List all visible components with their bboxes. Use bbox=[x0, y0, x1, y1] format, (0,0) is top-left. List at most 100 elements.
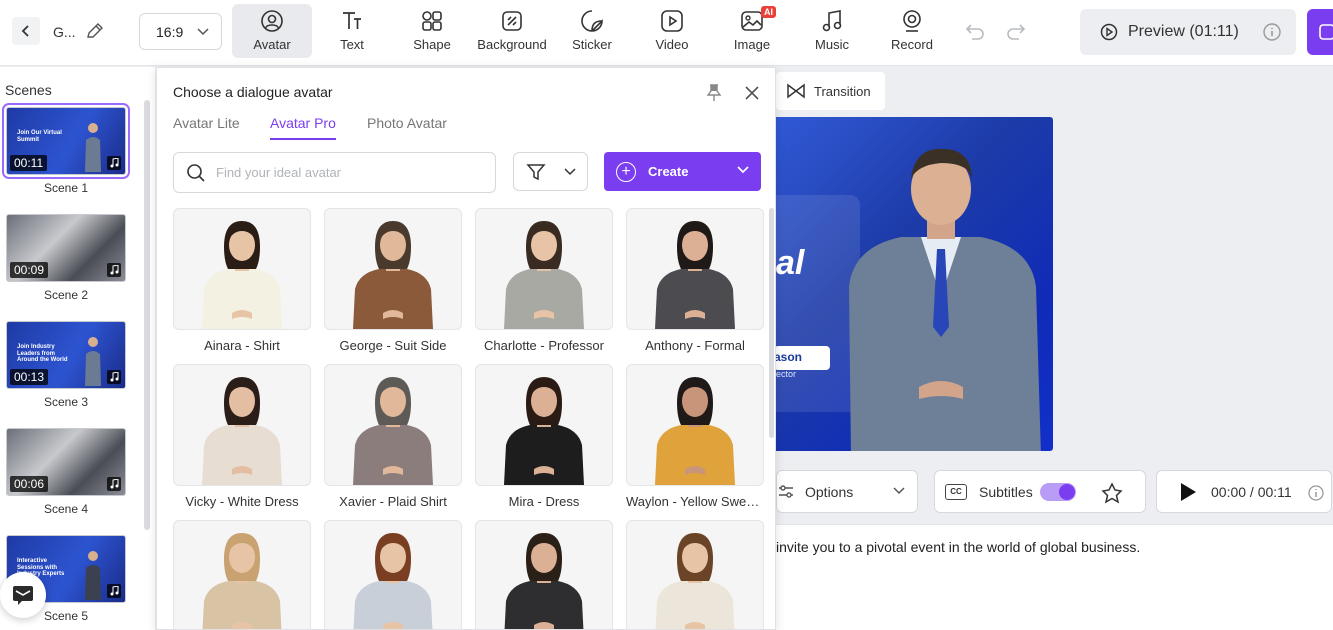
scene-canvas[interactable]: al ason ector bbox=[776, 117, 1053, 451]
tool-label: Music bbox=[815, 37, 849, 52]
transition-label: Transition bbox=[814, 83, 871, 99]
scene-thumbnail: Join Our Virtual Summit 00:11 bbox=[2, 103, 130, 179]
undo-icon[interactable] bbox=[963, 19, 987, 43]
tool-label: Sticker bbox=[572, 37, 612, 52]
play-circle-icon bbox=[1100, 23, 1118, 41]
tool-label: Text bbox=[340, 37, 364, 52]
pin-icon[interactable] bbox=[706, 84, 722, 102]
plus-icon: + bbox=[616, 161, 636, 182]
avatar-name: Anthony - Formal bbox=[645, 338, 745, 353]
avatar-card[interactable] bbox=[324, 520, 462, 629]
tool-label: Video bbox=[655, 37, 689, 52]
tool-image[interactable]: AI Image bbox=[712, 4, 792, 58]
canvas-role-text[interactable]: ector bbox=[776, 369, 796, 379]
magic-pin-icon[interactable] bbox=[1100, 481, 1124, 505]
scene-item-3[interactable]: Join Industry Leaders from Around the Wo… bbox=[6, 321, 126, 409]
tab-avatar-pro[interactable]: Avatar Pro bbox=[270, 115, 336, 140]
avatar-card[interactable]: Anthony - Formal bbox=[626, 208, 764, 353]
create-avatar-button[interactable]: + Create bbox=[604, 152, 761, 191]
avatar-name: Xavier - Plaid Shirt bbox=[339, 494, 447, 509]
back-button[interactable] bbox=[12, 17, 40, 45]
avatar-name: Mira - Dress bbox=[508, 494, 580, 509]
playback-control[interactable]: 00:00 / 00:11 bbox=[1156, 470, 1332, 513]
avatar-card[interactable]: Xavier - Plaid Shirt bbox=[324, 364, 462, 509]
tool-background[interactable]: Background bbox=[472, 4, 552, 58]
tab-photo-avatar[interactable]: Photo Avatar bbox=[367, 115, 447, 138]
canvas-name-pill[interactable]: ason bbox=[776, 346, 830, 370]
message-icon bbox=[13, 586, 33, 605]
avatar-card[interactable] bbox=[475, 520, 613, 629]
avatar-card[interactable]: Waylon - Yellow Sweater bbox=[626, 364, 764, 509]
redo-icon[interactable] bbox=[1004, 19, 1028, 43]
avatar-card[interactable] bbox=[173, 520, 311, 629]
dialog-scrollbar[interactable] bbox=[769, 208, 774, 438]
avatar-card[interactable] bbox=[626, 520, 764, 629]
avatar-card[interactable]: Vicky - White Dress bbox=[173, 364, 311, 509]
canvas-title-text[interactable]: al bbox=[776, 244, 804, 283]
tool-avatar[interactable]: Avatar bbox=[232, 4, 312, 58]
tool-shape[interactable]: Shape bbox=[392, 4, 472, 58]
scene-thumbnail: 00:06 bbox=[6, 428, 126, 496]
background-icon bbox=[502, 11, 522, 31]
avatar-search[interactable] bbox=[173, 152, 496, 193]
filter-button[interactable] bbox=[513, 152, 588, 191]
tool-record[interactable]: Record bbox=[872, 4, 952, 58]
scene-label: Scene 4 bbox=[43, 502, 89, 516]
avatar-card[interactable]: George - Suit Side bbox=[324, 208, 462, 353]
scenes-scrollbar[interactable] bbox=[144, 100, 150, 530]
avatar-card[interactable]: Charlotte - Professor bbox=[475, 208, 613, 353]
script-text[interactable]: invite you to a pivotal event in the wor… bbox=[776, 539, 1140, 555]
scene-thumb-text: Join Industry Leaders from Around the Wo… bbox=[17, 344, 68, 364]
tool-music[interactable]: Music bbox=[792, 4, 872, 58]
aspect-ratio-select[interactable]: 16:9 bbox=[139, 13, 222, 50]
avatar-name: George - Suit Side bbox=[339, 338, 447, 353]
avatar-thumbnail bbox=[626, 520, 764, 629]
export-button[interactable] bbox=[1307, 9, 1333, 55]
info-icon[interactable] bbox=[1262, 22, 1282, 42]
tool-text[interactable]: Text bbox=[312, 4, 392, 58]
aspect-ratio-value: 16:9 bbox=[156, 23, 184, 40]
avatar-name: Ainara - Shirt bbox=[204, 338, 280, 353]
video-icon bbox=[661, 10, 683, 32]
tool-sticker[interactable]: Sticker bbox=[552, 4, 632, 58]
subtitles-control[interactable]: CC Subtitles bbox=[934, 470, 1146, 513]
edit-icon[interactable] bbox=[84, 20, 106, 42]
tab-avatar-lite[interactable]: Avatar Lite bbox=[173, 115, 240, 138]
scene-item-4[interactable]: 00:06 Scene 4 bbox=[6, 428, 126, 516]
text-icon bbox=[343, 12, 361, 29]
close-icon[interactable] bbox=[743, 84, 761, 102]
music-note-icon bbox=[107, 370, 121, 384]
sticker-icon bbox=[581, 10, 603, 32]
avatar-dialog: Choose a dialogue avatar Avatar Lite Ava… bbox=[156, 67, 776, 630]
scene-item-1[interactable]: Join Our Virtual Summit 00:11 Scene 1 bbox=[2, 103, 130, 195]
avatar-card[interactable]: Mira - Dress bbox=[475, 364, 613, 509]
preview-label: Preview (01:11) bbox=[1128, 23, 1239, 40]
avatar-card[interactable]: Ainara - Shirt bbox=[173, 208, 311, 353]
info-icon[interactable] bbox=[1307, 484, 1325, 502]
scene-thumb-text: Join Our Virtual Summit bbox=[17, 130, 62, 143]
music-note-icon bbox=[107, 477, 121, 491]
chat-button[interactable] bbox=[0, 572, 46, 618]
avatar-thumbnail bbox=[173, 364, 311, 486]
playback-time: 00:00 / 00:11 bbox=[1211, 483, 1292, 500]
avatar-name: Vicky - White Dress bbox=[185, 494, 299, 509]
subtitles-toggle[interactable] bbox=[1040, 483, 1076, 501]
search-input[interactable] bbox=[216, 165, 476, 180]
scenes-panel: Scenes Join Our Virtual Summit 00:11 Sce… bbox=[0, 67, 155, 630]
avatar-thumbnail bbox=[324, 208, 462, 330]
options-button[interactable]: Options bbox=[776, 470, 918, 513]
scene-label: Scene 2 bbox=[43, 288, 89, 302]
transition-button[interactable]: Transition bbox=[776, 72, 885, 110]
preview-button[interactable]: Preview (01:11) bbox=[1080, 9, 1296, 55]
avatar-icon bbox=[261, 10, 283, 32]
presenter-avatar[interactable] bbox=[831, 137, 1051, 451]
tool-video[interactable]: Video bbox=[632, 4, 712, 58]
tool-label: Record bbox=[891, 37, 933, 52]
music-note-icon bbox=[107, 156, 121, 170]
chevron-down-icon bbox=[737, 166, 749, 174]
script-editor[interactable]: invite you to a pivotal event in the wor… bbox=[776, 524, 1333, 630]
project-name[interactable]: G... bbox=[53, 24, 76, 40]
scene-item-2[interactable]: 00:09 Scene 2 bbox=[6, 214, 126, 302]
music-note-icon bbox=[107, 584, 121, 598]
play-icon[interactable] bbox=[1179, 482, 1197, 502]
